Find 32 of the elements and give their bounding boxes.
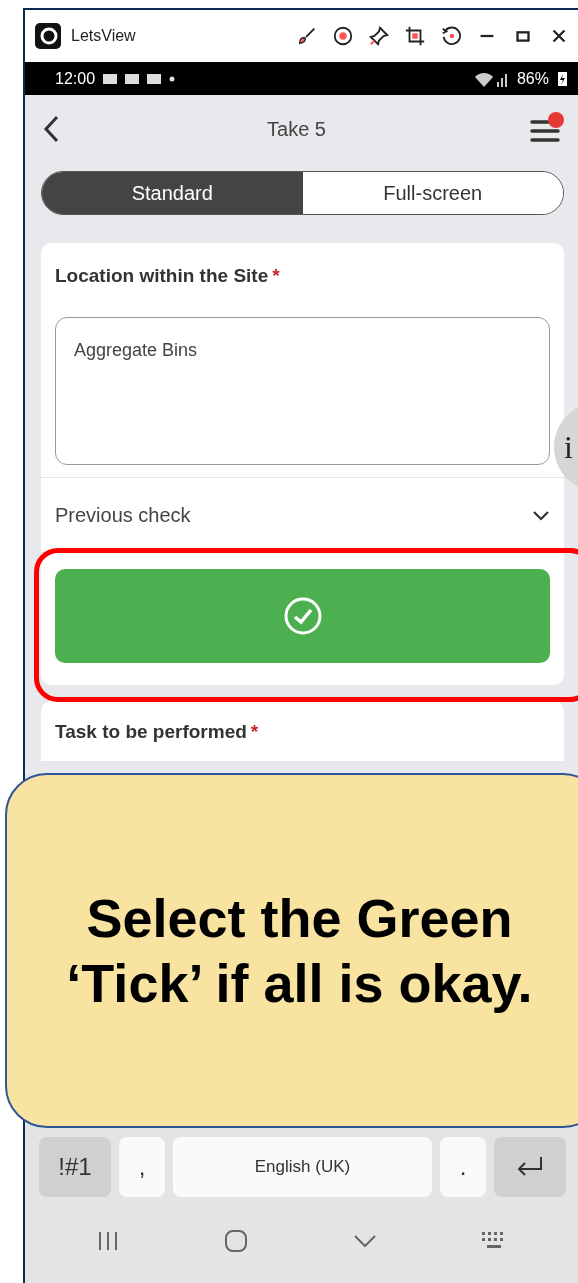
hide-keyboard-icon[interactable] (352, 1234, 377, 1248)
comma-key[interactable]: , (119, 1137, 165, 1197)
page-title: Take 5 (266, 117, 327, 141)
previous-check-dropdown[interactable]: Previous check (41, 477, 564, 553)
check-circle-icon (282, 596, 323, 636)
space-bar[interactable]: English (UK) (173, 1137, 432, 1197)
view-tab[interactable]: Full-screen (302, 172, 563, 214)
recent-apps-icon[interactable] (97, 1230, 120, 1252)
field-label: Location within the Site (55, 265, 269, 287)
instruction-text: Select the Green ‘Tick’ if all is okay. (65, 886, 534, 1015)
battery-icon (557, 69, 568, 88)
enter-key[interactable] (494, 1137, 566, 1197)
rotate-icon[interactable] (440, 25, 462, 47)
battery-percent: 86% (516, 69, 549, 88)
required-mark: * (272, 265, 280, 287)
view-tab[interactable]: Standard (42, 172, 303, 214)
chevron-icon (532, 509, 550, 521)
crop-icon[interactable] (404, 25, 426, 47)
app-logo-icon (35, 23, 61, 49)
field-label: Task to be performed (55, 721, 247, 743)
home-icon[interactable] (224, 1229, 249, 1253)
required-mark: * (250, 721, 259, 743)
location-input-field[interactable]: Aggregate Bins (55, 317, 550, 465)
record-icon[interactable] (332, 25, 354, 47)
pin-icon[interactable] (368, 25, 390, 47)
window-title: LetsView (71, 27, 137, 45)
brush-icon[interactable] (296, 25, 318, 47)
status-time: 12:00 (55, 69, 96, 88)
period-key[interactable]: . (440, 1137, 486, 1197)
symbols-key[interactable]: !#1 (39, 1137, 111, 1197)
wifi-signal-icon (474, 70, 509, 87)
dot-icon (169, 75, 176, 82)
